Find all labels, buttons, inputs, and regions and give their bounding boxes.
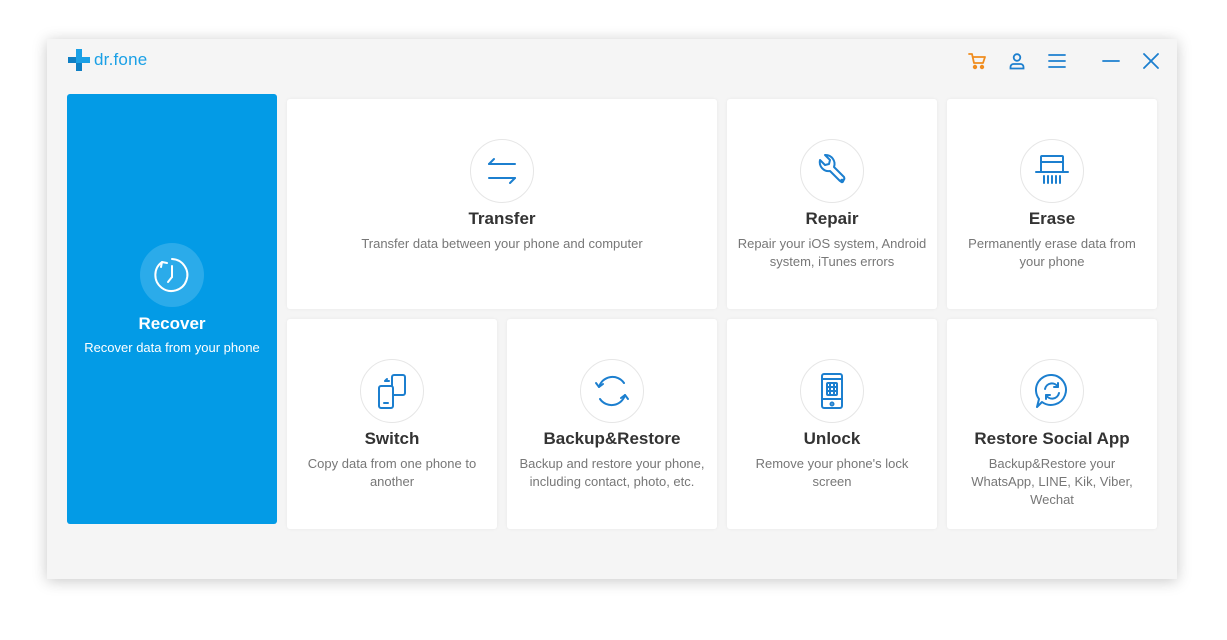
account-button[interactable]: [1005, 49, 1029, 73]
phone-unlock-icon: [821, 373, 843, 409]
close-icon: [1143, 53, 1159, 69]
unlock-description: Remove your phone's lock screen: [733, 455, 931, 491]
minimize-button[interactable]: [1099, 49, 1123, 73]
sync-icon: [595, 375, 629, 407]
chat-sync-icon: [1034, 373, 1067, 408]
switch-title: Switch: [364, 429, 420, 448]
restore-social-app-desc-line: Wechat: [1030, 492, 1074, 507]
switch-desc-line: another: [369, 474, 415, 489]
unlock-desc-line: screen: [812, 474, 852, 489]
restore-social-app-icon-circle: [1020, 359, 1084, 423]
restore-social-app-desc-line: WhatsApp, LINE, Kik, Viber,: [971, 474, 1133, 489]
repair-desc-line: Repair your iOS system, Android: [737, 236, 927, 251]
repair-icon-circle: [800, 139, 864, 203]
unlock-desc-line: Remove your phone's lock: [755, 456, 909, 471]
drfone-plus-icon: [68, 49, 90, 71]
restore-social-app-desc-line: Backup&Restore your: [988, 456, 1116, 471]
erase-card[interactable]: Erase Permanently erase data from your p…: [947, 99, 1157, 309]
clock-icon: [154, 258, 189, 292]
recover-tile[interactable]: Recover Recover data from your phone: [67, 94, 277, 524]
repair-card[interactable]: Repair Repair your iOS system, Android s…: [727, 99, 937, 309]
recover-icon-circle: [140, 243, 204, 307]
cart-button[interactable]: [965, 49, 989, 73]
app-window: dr.fone Recover Recover data from your p…: [47, 39, 1177, 579]
recover-description: Recover data from your phone: [84, 340, 260, 355]
erase-icon-circle: [1020, 139, 1084, 203]
phone-switch-icon: [378, 374, 406, 409]
erase-desc-line: your phone: [1019, 254, 1085, 269]
transfer-card[interactable]: Transfer Transfer data between your phon…: [287, 99, 717, 309]
erase-description: Permanently erase data from your phone: [953, 235, 1151, 271]
menu-button[interactable]: [1045, 49, 1069, 73]
backup-restore-desc-line: including contact, photo, etc.: [529, 474, 695, 489]
backup-restore-description: Backup and restore your phone, including…: [513, 455, 711, 491]
minimize-icon: [1102, 60, 1120, 62]
switch-card[interactable]: Switch Copy data from one phone to anoth…: [287, 319, 497, 529]
transfer-title: Transfer: [468, 209, 536, 228]
unlock-icon-circle: [800, 359, 864, 423]
unlock-card[interactable]: Unlock Remove your phone's lock screen: [727, 319, 937, 529]
switch-desc-line: Copy data from one phone to: [307, 456, 477, 471]
transfer-description: Transfer data between your phone and com…: [293, 235, 711, 253]
switch-description: Copy data from one phone to another: [293, 455, 491, 491]
transfer-icon-circle: [470, 139, 534, 203]
shredder-icon: [1035, 155, 1069, 184]
app-brand-name: dr.fone: [94, 50, 148, 69]
restore-social-app-title: Restore Social App: [974, 429, 1130, 448]
restore-social-app-card[interactable]: Restore Social App Backup&Restore your W…: [947, 319, 1157, 529]
recover-title: Recover: [138, 314, 206, 333]
transfer-arrows-icon: [488, 158, 516, 184]
close-button[interactable]: [1139, 49, 1163, 73]
menu-icon: [1048, 54, 1066, 68]
repair-desc-line: system, iTunes errors: [769, 254, 895, 269]
backup-restore-desc-line: Backup and restore your phone,: [519, 456, 705, 471]
app-logo: dr.fone: [67, 48, 147, 72]
wrench-icon: [818, 154, 846, 184]
erase-title: Erase: [1028, 209, 1076, 228]
window-controls: [965, 49, 1163, 73]
switch-icon-circle: [360, 359, 424, 423]
backup-restore-icon-circle: [580, 359, 644, 423]
backup-restore-title: Backup&Restore: [543, 429, 681, 448]
repair-title: Repair: [805, 209, 859, 228]
unlock-title: Unlock: [803, 429, 861, 448]
repair-description: Repair your iOS system, Android system, …: [733, 235, 931, 271]
cart-icon: [968, 53, 986, 70]
restore-social-app-description: Backup&Restore your WhatsApp, LINE, Kik,…: [953, 455, 1151, 509]
erase-desc-line: Permanently erase data from: [968, 236, 1136, 251]
transfer-desc-line: Transfer data between your phone and com…: [361, 236, 643, 251]
user-icon: [1009, 53, 1025, 70]
backup-restore-card[interactable]: Backup&Restore Backup and restore your p…: [507, 319, 717, 529]
